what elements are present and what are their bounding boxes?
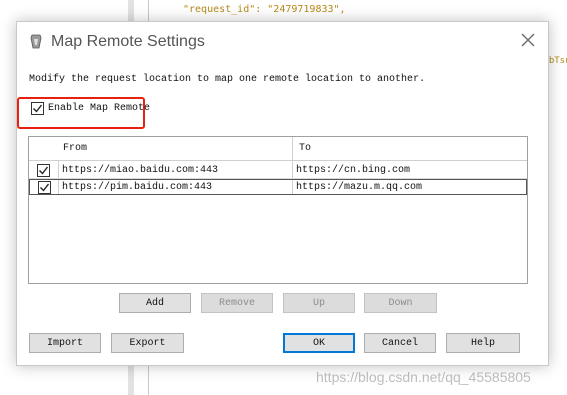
row-enabled-checkbox[interactable] bbox=[38, 181, 51, 194]
down-button[interactable]: Down bbox=[364, 293, 437, 313]
help-button[interactable]: Help bbox=[446, 333, 520, 353]
map-remote-dialog: Map Remote Settings Modify the request l… bbox=[16, 21, 549, 366]
enable-map-remote-row[interactable]: Enable Map Remote bbox=[31, 102, 150, 115]
column-header-from[interactable]: From bbox=[63, 143, 87, 154]
table-header: From To bbox=[29, 137, 527, 161]
column-header-to[interactable]: To bbox=[299, 143, 311, 154]
import-button[interactable]: Import bbox=[29, 333, 101, 353]
charles-app-icon bbox=[29, 34, 43, 50]
checkmark-icon bbox=[39, 166, 49, 175]
export-button[interactable]: Export bbox=[111, 333, 184, 353]
dialog-title: Map Remote Settings bbox=[51, 33, 205, 50]
ok-button[interactable]: OK bbox=[283, 333, 355, 353]
row-from-cell: https://miao.baidu.com:443 bbox=[62, 165, 219, 176]
row-to-cell: https://cn.bing.com bbox=[296, 165, 411, 176]
add-button[interactable]: Add bbox=[119, 293, 191, 313]
checkmark-icon bbox=[33, 104, 43, 113]
watermark: https://blog.csdn.net/qq_45585805 bbox=[316, 369, 531, 385]
close-button[interactable] bbox=[518, 32, 538, 52]
enable-map-remote-label: Enable Map Remote bbox=[48, 103, 151, 114]
cancel-button[interactable]: Cancel bbox=[364, 333, 436, 353]
remove-button[interactable]: Remove bbox=[201, 293, 273, 313]
row-from-cell: https://pim.baidu.com:443 bbox=[62, 182, 213, 193]
close-icon bbox=[521, 33, 535, 52]
enable-map-remote-checkbox[interactable] bbox=[31, 102, 44, 115]
mappings-table: From To https://miao.baidu.com:443 https… bbox=[28, 136, 528, 284]
row-to-cell: https://mazu.m.qq.com bbox=[296, 182, 423, 193]
dialog-description: Modify the request location to map one r… bbox=[29, 74, 426, 85]
table-row[interactable]: https://pim.baidu.com:443 https://mazu.m… bbox=[29, 179, 527, 195]
table-row[interactable]: https://miao.baidu.com:443 https://cn.bi… bbox=[29, 163, 527, 179]
background-code-line: "request_id": "2479719833", bbox=[183, 4, 346, 15]
checkmark-icon bbox=[40, 183, 50, 192]
row-enabled-checkbox[interactable] bbox=[37, 164, 50, 177]
title-bar: Map Remote Settings bbox=[17, 22, 548, 62]
up-button[interactable]: Up bbox=[283, 293, 355, 313]
